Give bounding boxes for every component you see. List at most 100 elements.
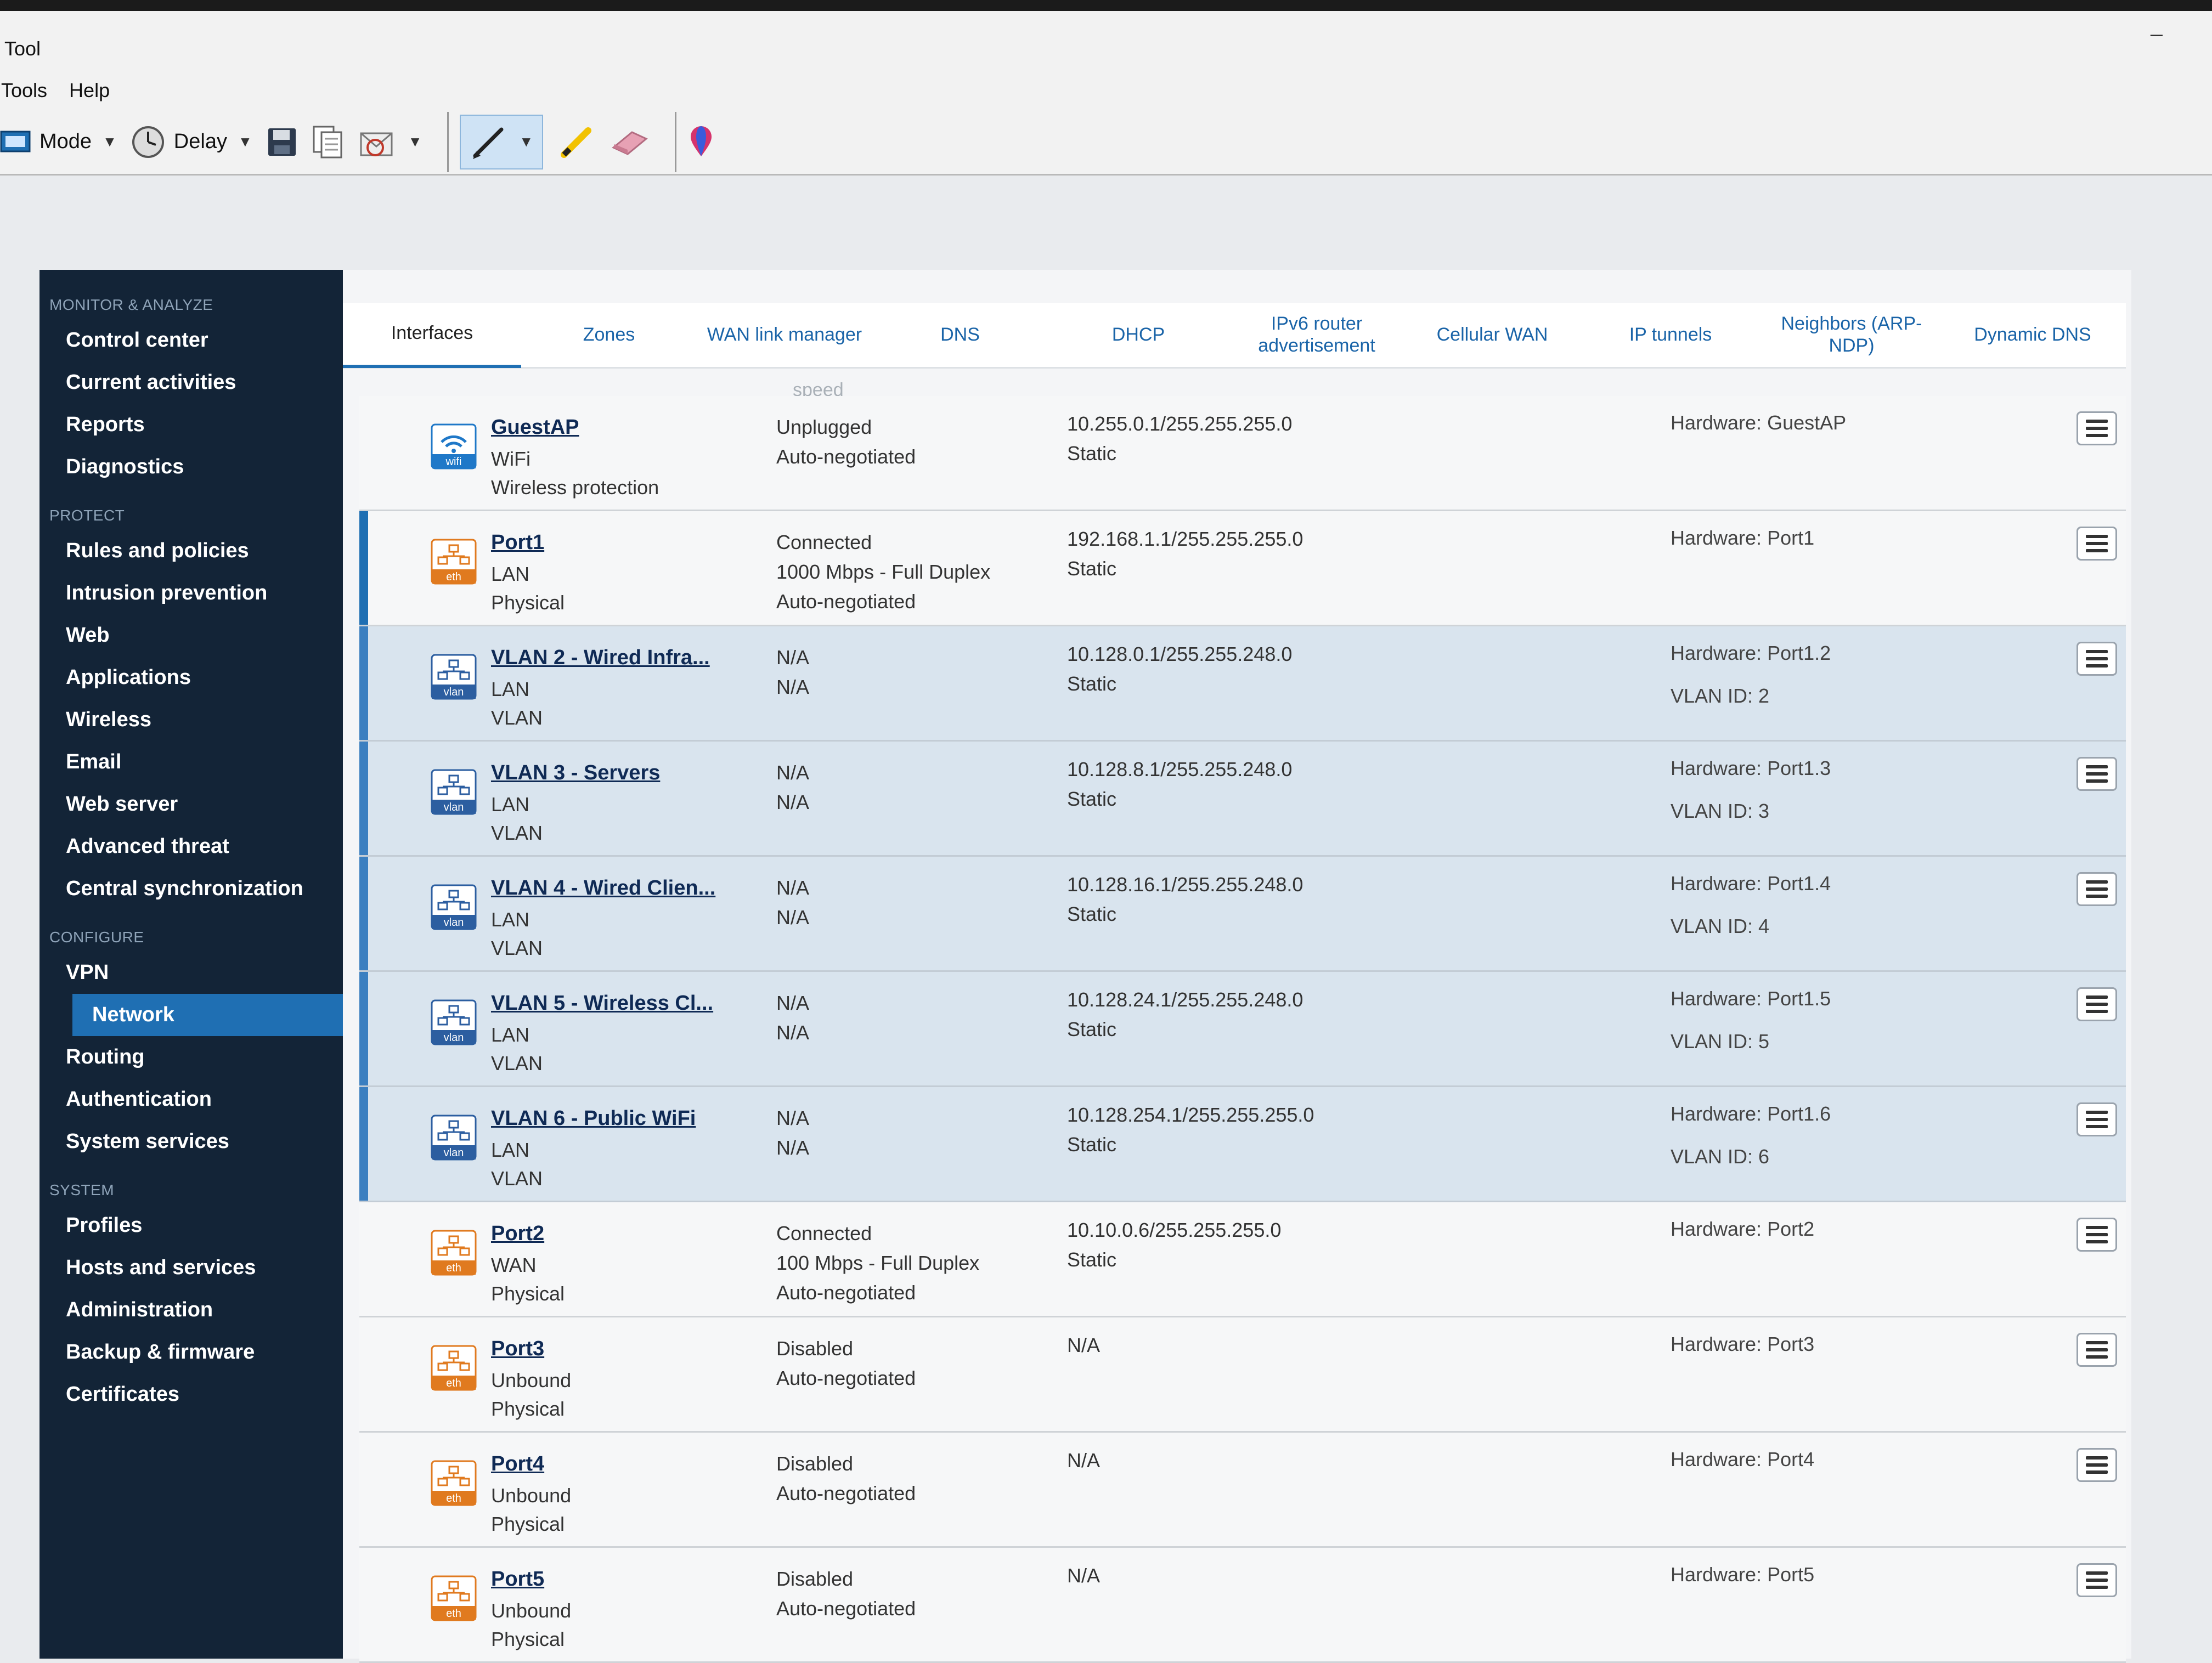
row-menu-button[interactable]	[2076, 987, 2117, 1021]
sidebar-item-vpn[interactable]: VPN	[40, 952, 352, 994]
interface-name-link[interactable]: Port5	[491, 1568, 544, 1591]
sidebar-item-web[interactable]: Web	[40, 614, 352, 657]
interface-name-link[interactable]: Port3	[491, 1337, 544, 1361]
interface-zone: Unbound	[491, 1369, 572, 1392]
interface-type: VLAN	[491, 706, 543, 729]
interface-status: N/A	[776, 1021, 810, 1044]
sidebar-item-backup-firmware[interactable]: Backup & firmware	[40, 1331, 352, 1373]
color-picker-icon	[691, 126, 712, 156]
hamburger-icon-bar	[2086, 779, 2108, 783]
row-menu-button[interactable]	[2076, 1448, 2117, 1482]
interface-name-link[interactable]: VLAN 3 - Servers	[491, 761, 660, 785]
sidebar-item-control-center[interactable]: Control center	[40, 319, 352, 361]
interface-hardware: Hardware: GuestAP	[1671, 411, 1847, 434]
row-menu-button[interactable]	[2076, 642, 2117, 676]
interface-name-link[interactable]: Port1	[491, 531, 544, 555]
pen-button[interactable]: ▼	[460, 114, 544, 169]
sidebar-item-authentication[interactable]: Authentication	[40, 1078, 352, 1121]
sidebar-item-hosts-and-services[interactable]: Hosts and services	[40, 1247, 352, 1289]
row-menu-button[interactable]	[2076, 1333, 2117, 1367]
interface-ip: Static	[1067, 557, 1117, 580]
sidebar-item-reports[interactable]: Reports	[40, 404, 352, 446]
interface-status: N/A	[776, 876, 810, 899]
interface-row[interactable]: vlan VLAN 4 - Wired Clien... LAN VLAN N/A N/A…	[359, 857, 2126, 972]
sidebar-item-network[interactable]: Network	[72, 994, 352, 1036]
sidebar-item-central-synchronization[interactable]: Central synchronization	[40, 868, 352, 910]
sidebar-item-diagnostics[interactable]: Diagnostics	[40, 446, 352, 488]
tab-wan-link-manager[interactable]: WAN link manager	[697, 302, 872, 368]
tab-interfaces[interactable]: Interfaces	[343, 302, 521, 368]
interface-row[interactable]: wifi GuestAP WiFi Wireless protection Unplug…	[359, 396, 2126, 511]
interface-row[interactable]: vlan VLAN 5 - Wireless Cl... LAN VLAN N/A N/A…	[359, 972, 2126, 1087]
interface-name-link[interactable]: VLAN 2 - Wired Infra...	[491, 646, 710, 670]
sidebar-item-rules-and-policies[interactable]: Rules and policies	[40, 530, 352, 572]
mode-button[interactable]: Mode ▼	[0, 115, 117, 169]
sidebar-item-current-activities[interactable]: Current activities	[40, 361, 352, 404]
tab-dynamic-dns[interactable]: Dynamic DNS	[1942, 302, 2123, 368]
interface-name-link[interactable]: Port2	[491, 1222, 544, 1246]
interface-row[interactable]: vlan VLAN 6 - Public WiFi LAN VLAN N/A N/A 10.…	[359, 1087, 2126, 1202]
svg-text:wifi: wifi	[445, 456, 462, 468]
interface-name-link[interactable]: VLAN 5 - Wireless Cl...	[491, 992, 713, 1015]
tab-neighbors-arp-ndp[interactable]: Neighbors (ARP-NDP)	[1761, 302, 1942, 368]
row-menu-button[interactable]	[2076, 527, 2117, 561]
menu-help[interactable]: Help	[69, 79, 110, 102]
minimize-button[interactable]: –	[2151, 22, 2163, 47]
interface-status: Auto-negotiated	[776, 590, 916, 613]
new-snip-icon	[0, 131, 31, 152]
interface-row[interactable]: eth Port2 WAN Physical Connected 100 Mbps - F…	[359, 1202, 2126, 1317]
highlighter-button[interactable]	[557, 115, 596, 169]
row-menu-button[interactable]	[2076, 411, 2117, 445]
delay-button[interactable]: Delay ▼	[131, 115, 252, 169]
interface-row[interactable]: vlan VLAN 3 - Servers LAN VLAN N/A N/A 10.128.…	[359, 742, 2126, 857]
interface-name-link[interactable]: VLAN 6 - Public WiFi	[491, 1107, 696, 1130]
sidebar-item-email[interactable]: Email	[40, 741, 352, 783]
menu-tools[interactable]: Tools	[1, 79, 47, 102]
hamburger-icon-bar	[2086, 1586, 2108, 1589]
sidebar-item-system-services[interactable]: System services	[40, 1121, 352, 1163]
sidebar-item-intrusion-prevention[interactable]: Intrusion prevention	[40, 572, 352, 614]
hamburger-icon-bar	[2086, 1003, 2108, 1006]
save-button[interactable]	[267, 115, 297, 169]
sidebar-item-administration[interactable]: Administration	[40, 1289, 352, 1331]
interface-name-link[interactable]: Port4	[491, 1452, 544, 1476]
row-menu-button[interactable]	[2076, 1218, 2117, 1252]
interface-zone: LAN	[491, 793, 530, 816]
sidebar-item-web-server[interactable]: Web server	[40, 783, 352, 825]
interface-row[interactable]: eth Port5 Unbound Physical Disabled Auto-nego…	[359, 1548, 2126, 1663]
sidebar-item-applications[interactable]: Applications	[40, 657, 352, 699]
row-menu-button[interactable]	[2076, 757, 2117, 791]
interface-status: Disabled	[776, 1568, 854, 1590]
interface-row[interactable]: eth Port4 Unbound Physical Disabled Auto-nego…	[359, 1433, 2126, 1548]
sidebar-item-routing[interactable]: Routing	[40, 1036, 352, 1078]
eraser-button[interactable]	[610, 115, 650, 169]
tab-dhcp[interactable]: DHCP	[1048, 302, 1229, 368]
send-button[interactable]: ▼	[359, 115, 422, 169]
interface-row[interactable]: eth Port1 LAN Physical Connected 1000 Mbps - …	[359, 511, 2126, 626]
ethernet-interface-icon: eth	[431, 1460, 477, 1506]
hamburger-icon-bar	[2086, 1240, 2108, 1243]
sidebar-item-advanced-threat[interactable]: Advanced threat	[40, 825, 352, 868]
sidebar-item-wireless[interactable]: Wireless	[40, 699, 352, 741]
tab-ip-tunnels[interactable]: IP tunnels	[1580, 302, 1761, 368]
color-button[interactable]	[687, 115, 715, 169]
interface-zone: LAN	[491, 678, 530, 700]
row-menu-button[interactable]	[2076, 1563, 2117, 1597]
interface-row[interactable]: vlan VLAN 2 - Wired Infra... LAN VLAN N/A N/A…	[359, 626, 2126, 742]
sidebar-item-certificates[interactable]: Certificates	[40, 1373, 352, 1416]
interface-name-link[interactable]: VLAN 4 - Wired Clien...	[491, 876, 715, 900]
tab-zones[interactable]: Zones	[521, 302, 697, 368]
row-menu-button[interactable]	[2076, 1102, 2117, 1136]
interface-status: Connected	[776, 1222, 872, 1245]
interface-row[interactable]: eth Port3 Unbound Physical Disabled Auto-nego…	[359, 1317, 2126, 1433]
copy-button[interactable]	[312, 115, 345, 169]
tab-cellular-wan[interactable]: Cellular WAN	[1404, 302, 1580, 368]
sidebar-item-profiles[interactable]: Profiles	[40, 1204, 352, 1247]
interface-name-link[interactable]: GuestAP	[491, 416, 579, 439]
interface-hardware: Hardware: Port1.3	[1671, 757, 1831, 779]
row-menu-button[interactable]	[2076, 872, 2117, 906]
tab-dns[interactable]: DNS	[872, 302, 1048, 368]
hamburger-icon-bar	[2086, 1456, 2108, 1460]
svg-text:vlan: vlan	[444, 686, 464, 698]
tab-ipv6-router-advertisement[interactable]: IPv6 router advertisement	[1229, 302, 1404, 368]
